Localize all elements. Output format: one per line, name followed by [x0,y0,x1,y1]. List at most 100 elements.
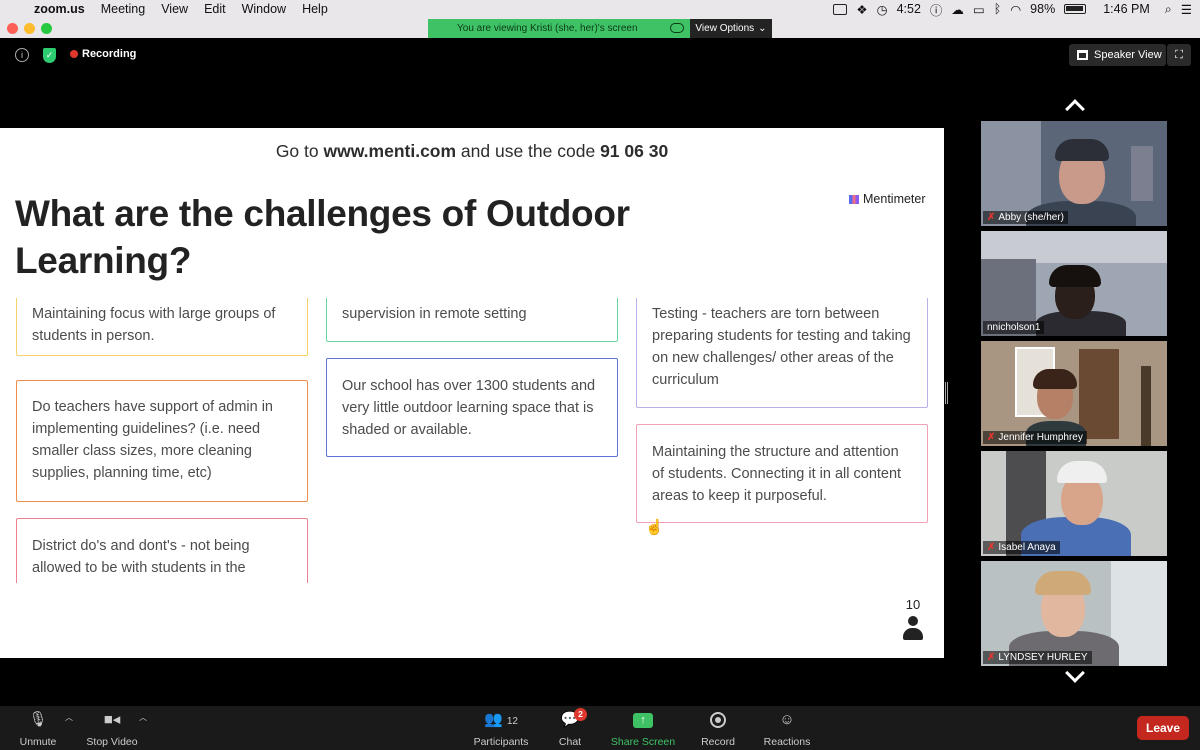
shared-screen-slide: Go to www.menti.com and use the code 91 … [0,128,944,658]
response-column-1: Maintaining focus with large groups of s… [16,298,311,583]
notification-center-icon[interactable]: ☰ [1181,2,1192,17]
viewing-screen-text: You are viewing Kristi (she, her)'s scre… [457,23,638,34]
participant-name: Jennifer Humphrey [998,432,1083,443]
gallery-scroll-down-icon[interactable] [1060,663,1090,686]
join-code: 91 06 30 [600,141,669,161]
response-card: Maintaining focus with large groups of s… [16,298,308,356]
speaker-view-button[interactable]: Speaker View [1069,44,1166,66]
meeting-info-icon[interactable]: i [15,48,29,62]
view-options-button[interactable]: View Options ⌄ [690,19,772,38]
join-url: www.menti.com [323,141,457,161]
response-column-3: Testing - teachers are torn between prep… [636,298,931,583]
video-tile[interactable]: ✗ Abby (she/her) [981,121,1167,226]
zoom-window-icon[interactable] [41,23,52,34]
participant-name: Isabel Anaya [998,542,1056,553]
join-instructions: Go to www.menti.com and use the code 91 … [0,141,944,162]
participant-name-tag: ✗ Isabel Anaya [983,541,1060,554]
clock-label[interactable]: 1:46 PM [1103,2,1150,16]
video-tile[interactable]: ✗ LYNDSEY HURLEY [981,561,1167,666]
response-card: District do's and dont's - not being all… [16,518,308,583]
chevron-up-icon: ︿ [139,713,147,722]
video-tile[interactable]: ✗ Jennifer Humphrey [981,341,1167,446]
participants-icon: 👥 12 [484,711,518,728]
response-column-2: supervision in remote setting Our school… [326,298,621,583]
airplay-icon[interactable]: ▭ [973,2,985,17]
chevron-up-icon: ︿ [65,713,73,722]
response-card: Do teachers have support of admin in imp… [16,380,308,502]
share-screen-label: Share Screen [610,736,676,748]
minimize-window-icon[interactable] [24,23,35,34]
close-window-icon[interactable] [7,23,18,34]
hand-cursor-icon: ☝ [645,519,664,536]
response-text: District do's and dont's - not being all… [32,538,250,576]
reactions-button[interactable]: ☺ Reactions [761,710,813,748]
view-options-label: View Options [695,23,755,34]
speaker-view-label: Speaker View [1094,49,1162,61]
chat-unread-badge: 2 [574,708,587,721]
zoom-tray-icon[interactable] [833,3,848,15]
participant-name-tag: nnicholson1 [983,321,1045,334]
mentimeter-brand: Mentimeter [849,192,926,206]
mic-muted-icon: ✗ [987,212,996,223]
spotlight-search-icon[interactable]: ⌕ [1165,2,1172,17]
participant-count: 10 [905,597,921,612]
battery-icon[interactable] [1064,4,1087,14]
record-label: Record [701,736,735,748]
mic-muted-icon: ✗ [987,652,996,663]
gallery-scroll-up-icon[interactable] [1060,96,1090,119]
response-text: Maintaining focus with large groups of s… [32,306,276,344]
dropbox-icon[interactable]: ❖ [856,2,867,17]
video-tile[interactable]: nnicholson1 [981,231,1167,336]
video-camera-icon: ■◂ [103,711,121,728]
timer-clock-icon[interactable]: ◷ [877,2,888,17]
stop-video-label: Stop Video [86,736,138,748]
cloud-sync-icon[interactable]: ☁ [951,2,964,17]
wifi-icon[interactable]: ◠ [1010,2,1021,17]
participants-button[interactable]: 👥 12 Participants [470,710,532,748]
menu-item-view[interactable]: View [161,2,188,16]
join-text-mid: and use the code [456,141,601,161]
recording-indicator[interactable]: Recording [70,48,136,60]
encryption-shield-icon[interactable]: ✓ [43,48,56,63]
menu-app-name[interactable]: zoom.us [34,2,85,16]
emoji-plus-icon: ☺ [779,711,795,728]
recording-dot-icon [70,50,78,58]
cloud-icon [670,23,684,33]
leave-meeting-button[interactable]: Leave [1137,716,1189,740]
share-screen-arrow-icon: ↑ [633,712,653,728]
menu-extras: ❖ ◷ 4:52 ⓘ ☁ ▭ ᛒ ◠ 98% 1:46 PM ⌕ ☰ [833,0,1192,18]
record-button[interactable]: Record [698,710,738,748]
response-card: Maintaining the structure and attention … [636,424,928,523]
reactions-label: Reactions [763,736,811,748]
recording-label: Recording [82,48,137,60]
menu-item-window[interactable]: Window [242,2,286,16]
participant-name-tag: ✗ LYNDSEY HURLEY [983,651,1092,664]
speaker-view-icon [1077,50,1088,60]
unmute-button[interactable]: 🎙 Unmute [14,710,62,748]
response-card: Testing - teachers are torn between prep… [636,298,928,408]
splitter-handle[interactable] [945,382,948,404]
participants-count: 12 [506,716,518,727]
response-text: Testing - teachers are torn between prep… [652,306,911,388]
mac-menu-bar: zoom.us Meeting View Edit Window Help ❖ … [0,0,1200,18]
chat-label: Chat [558,736,582,748]
bluetooth-icon[interactable]: ᛒ [994,2,1002,16]
response-text: Our school has over 1300 students and ve… [342,378,596,438]
share-screen-button[interactable]: ↑ Share Screen [608,710,678,748]
info-status-icon[interactable]: ⓘ [930,0,943,19]
mic-muted-icon: ✗ [987,542,996,553]
fullscreen-icon[interactable]: ⛶ [1167,44,1191,66]
menu-item-meeting[interactable]: Meeting [101,2,145,16]
unmute-label: Unmute [19,736,57,748]
mic-muted-icon: ✗ [987,432,996,443]
slide-question-title: What are the challenges of Outdoor Learn… [15,193,630,281]
participant-name: nnicholson1 [987,322,1041,333]
mentimeter-logo-icon [849,194,859,204]
response-text: Do teachers have support of admin in imp… [32,399,273,481]
menu-item-help[interactable]: Help [302,2,328,16]
video-tile[interactable]: ✗ Isabel Anaya [981,451,1167,556]
response-card: Our school has over 1300 students and ve… [326,358,618,457]
stop-video-button[interactable]: ■◂ Stop Video [82,710,142,748]
participant-name: Abby (she/her) [998,212,1064,223]
menu-item-edit[interactable]: Edit [204,2,226,16]
